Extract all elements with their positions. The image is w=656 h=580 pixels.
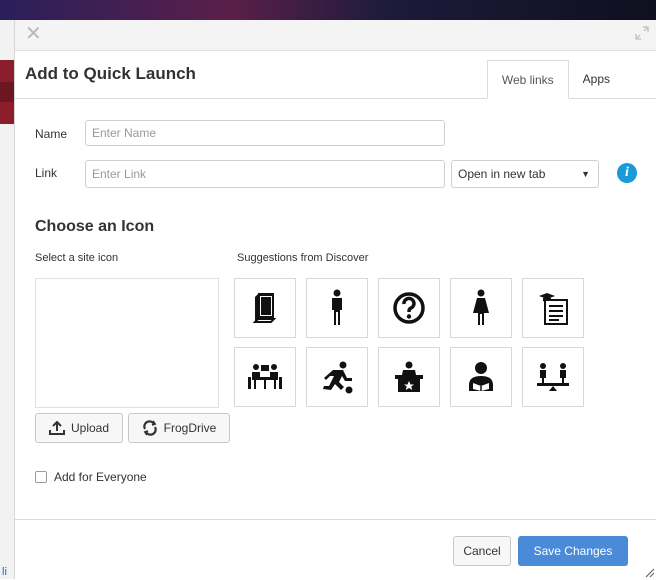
- background-banner: [0, 0, 656, 20]
- open-target-value: Open in new tab: [458, 167, 546, 181]
- suggestion-balance[interactable]: [522, 347, 584, 407]
- dialog-footer: Cancel Save Changes: [15, 519, 656, 580]
- suggestion-reception[interactable]: [378, 347, 440, 407]
- dialog-header: Add to Quick Launch Web links Apps: [15, 50, 656, 99]
- frogdrive-button[interactable]: FrogDrive: [128, 413, 230, 443]
- cancel-button[interactable]: Cancel: [453, 536, 511, 566]
- tab-bar: Web links Apps: [486, 60, 624, 99]
- book-icon: [252, 293, 277, 323]
- resize-handle-icon[interactable]: [643, 566, 655, 578]
- add-for-everyone-checkbox[interactable]: [35, 471, 47, 483]
- frogdrive-label: FrogDrive: [163, 421, 217, 435]
- man-icon: [332, 289, 342, 325]
- choose-icon-heading: Choose an Icon: [35, 218, 155, 235]
- upload-icon: [48, 421, 65, 435]
- woman-icon: [473, 289, 489, 325]
- save-changes-button[interactable]: Save Changes: [518, 536, 628, 566]
- suggestion-runner[interactable]: [306, 347, 368, 407]
- background-link[interactable]: li: [2, 566, 7, 578]
- add-for-everyone-label[interactable]: Add for Everyone: [54, 470, 147, 484]
- suggestions-label: Suggestions from Discover: [237, 252, 369, 264]
- background-page-edge-red-dark: [0, 82, 14, 102]
- name-input[interactable]: [85, 120, 445, 146]
- suggestion-woman[interactable]: [450, 278, 512, 338]
- site-icon-label: Select a site icon: [35, 252, 119, 264]
- open-target-select[interactable]: Open in new tab ▼: [451, 160, 599, 188]
- name-label: Name: [35, 127, 68, 141]
- suggestion-man[interactable]: [306, 278, 368, 338]
- suggestion-reader[interactable]: [450, 347, 512, 407]
- suggestion-certificate[interactable]: [522, 278, 584, 338]
- info-icon[interactable]: i: [617, 163, 637, 183]
- quick-launch-dialog: ✕ Add to Quick Launch Web links Apps Nam…: [14, 20, 656, 579]
- reception-desk-icon: [395, 361, 423, 392]
- suggestion-question[interactable]: [378, 278, 440, 338]
- site-icon-preview[interactable]: [35, 278, 219, 408]
- tab-apps[interactable]: Apps: [569, 60, 624, 98]
- frogdrive-icon: [142, 420, 157, 436]
- chevron-down-icon: ▼: [581, 169, 590, 179]
- dialog-title: Add to Quick Launch: [25, 64, 196, 83]
- upload-label: Upload: [70, 421, 110, 435]
- suggestion-book[interactable]: [234, 278, 296, 338]
- meeting-icon: [248, 364, 282, 389]
- link-input[interactable]: [85, 160, 445, 188]
- reader-icon: [469, 362, 493, 391]
- close-icon[interactable]: ✕: [25, 24, 42, 44]
- upload-button[interactable]: Upload: [35, 413, 123, 443]
- dialog-titlebar: ✕: [15, 20, 656, 51]
- certificate-list-icon: [539, 293, 568, 325]
- runner-icon: [323, 361, 353, 394]
- expand-icon[interactable]: [635, 26, 649, 40]
- question-icon: [393, 292, 425, 324]
- link-label: Link: [35, 166, 58, 180]
- tab-web-links[interactable]: Web links: [486, 60, 569, 99]
- suggestion-meeting[interactable]: [234, 347, 296, 407]
- balance-icon: [537, 363, 569, 391]
